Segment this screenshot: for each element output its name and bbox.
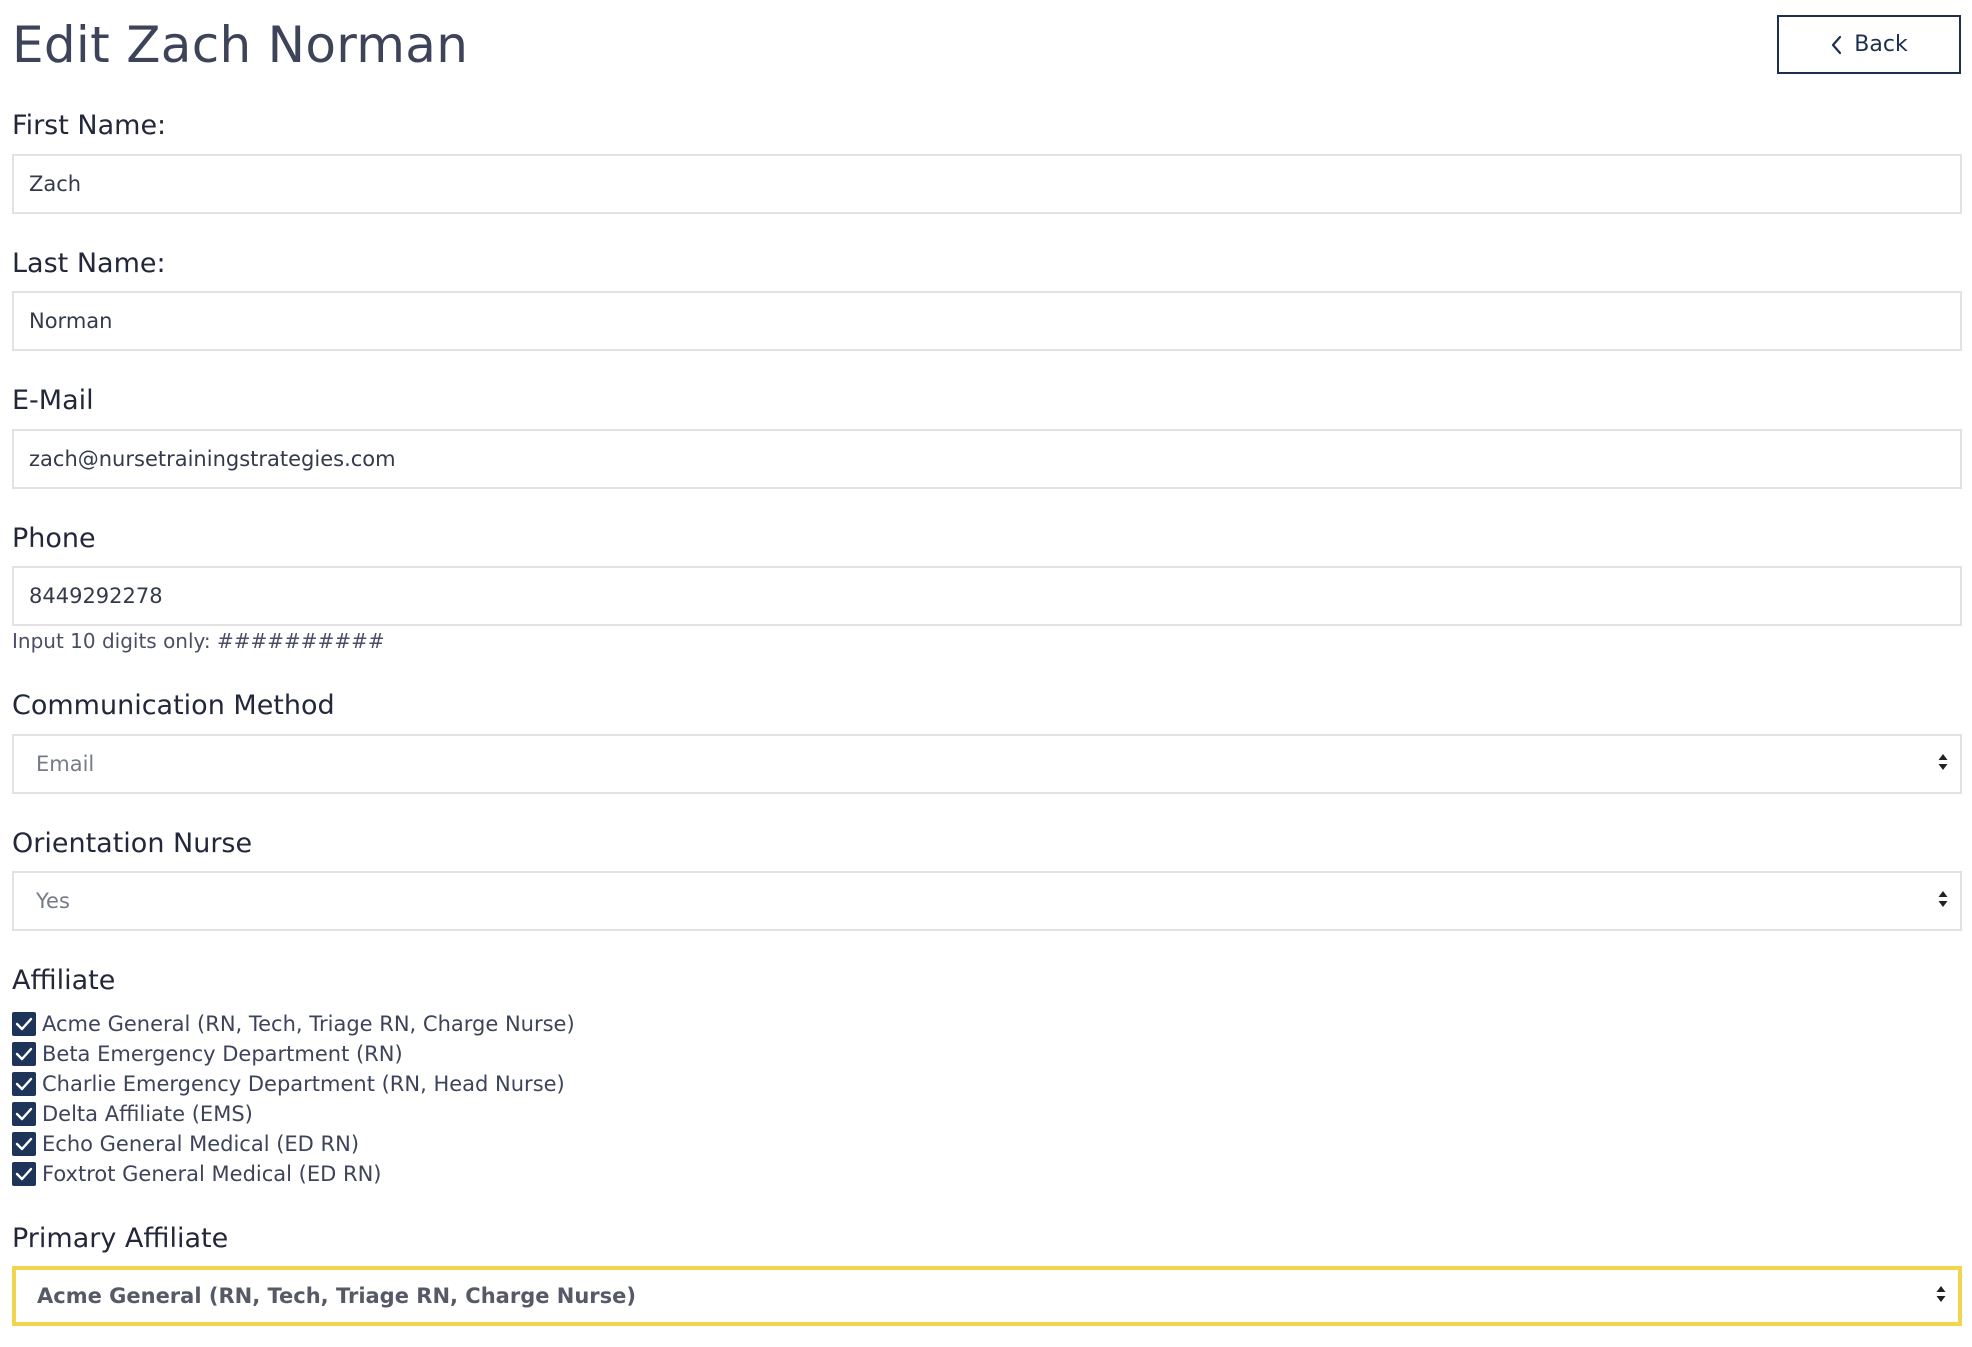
phone-input[interactable] — [12, 566, 1962, 626]
affiliate-checkbox-acme[interactable]: Acme General (RN, Tech, Triage RN, Charg… — [12, 1009, 575, 1039]
affiliate-label: Affiliate — [12, 965, 116, 996]
affiliate-option-label: Delta Affiliate (EMS) — [42, 1102, 253, 1126]
primary-affiliate-value: Acme General (RN, Tech, Triage RN, Charg… — [37, 1284, 637, 1308]
check-icon[interactable] — [12, 1042, 36, 1066]
back-button[interactable]: Back — [1777, 15, 1961, 74]
check-icon[interactable] — [12, 1012, 36, 1036]
email-label: E-Mail — [12, 385, 94, 416]
communication-method-value: Email — [36, 752, 95, 776]
affiliate-checkbox-foxtrot[interactable]: Foxtrot General Medical (ED RN) — [12, 1159, 575, 1189]
phone-help-text: Input 10 digits only: ########## — [12, 629, 385, 653]
affiliate-option-label: Charlie Emergency Department (RN, Head N… — [42, 1072, 565, 1096]
chevron-left-icon — [1830, 35, 1842, 55]
orientation-nurse-label: Orientation Nurse — [12, 828, 253, 859]
affiliate-option-label: Echo General Medical (ED RN) — [42, 1132, 360, 1156]
first-name-input[interactable] — [12, 154, 1962, 214]
affiliate-checkbox-delta[interactable]: Delta Affiliate (EMS) — [12, 1099, 575, 1129]
sort-arrows-icon — [1936, 1284, 1946, 1308]
back-button-label: Back — [1854, 32, 1908, 57]
affiliate-checkbox-list: Acme General (RN, Tech, Triage RN, Charg… — [12, 1009, 575, 1189]
affiliate-option-label: Foxtrot General Medical (ED RN) — [42, 1162, 382, 1186]
page-title: Edit Zach Norman — [12, 16, 469, 74]
check-icon[interactable] — [12, 1072, 36, 1096]
last-name-label: Last Name: — [12, 248, 166, 279]
check-icon[interactable] — [12, 1102, 36, 1126]
first-name-label: First Name: — [12, 110, 167, 141]
last-name-input[interactable] — [12, 291, 1962, 351]
check-icon[interactable] — [12, 1162, 36, 1186]
primary-affiliate-select[interactable]: Acme General (RN, Tech, Triage RN, Charg… — [12, 1266, 1962, 1326]
primary-affiliate-label: Primary Affiliate — [12, 1223, 229, 1254]
communication-method-label: Communication Method — [12, 690, 335, 721]
check-icon[interactable] — [12, 1132, 36, 1156]
phone-label: Phone — [12, 523, 96, 554]
sort-arrows-icon — [1938, 752, 1948, 776]
affiliate-option-label: Beta Emergency Department (RN) — [42, 1042, 403, 1066]
affiliate-checkbox-echo[interactable]: Echo General Medical (ED RN) — [12, 1129, 575, 1159]
orientation-nurse-select[interactable]: Yes — [12, 871, 1962, 931]
affiliate-checkbox-charlie[interactable]: Charlie Emergency Department (RN, Head N… — [12, 1069, 575, 1099]
orientation-nurse-value: Yes — [36, 889, 70, 913]
communication-method-select[interactable]: Email — [12, 734, 1962, 794]
affiliate-option-label: Acme General (RN, Tech, Triage RN, Charg… — [42, 1012, 575, 1036]
sort-arrows-icon — [1938, 889, 1948, 913]
affiliate-checkbox-beta[interactable]: Beta Emergency Department (RN) — [12, 1039, 575, 1069]
email-input[interactable] — [12, 429, 1962, 489]
